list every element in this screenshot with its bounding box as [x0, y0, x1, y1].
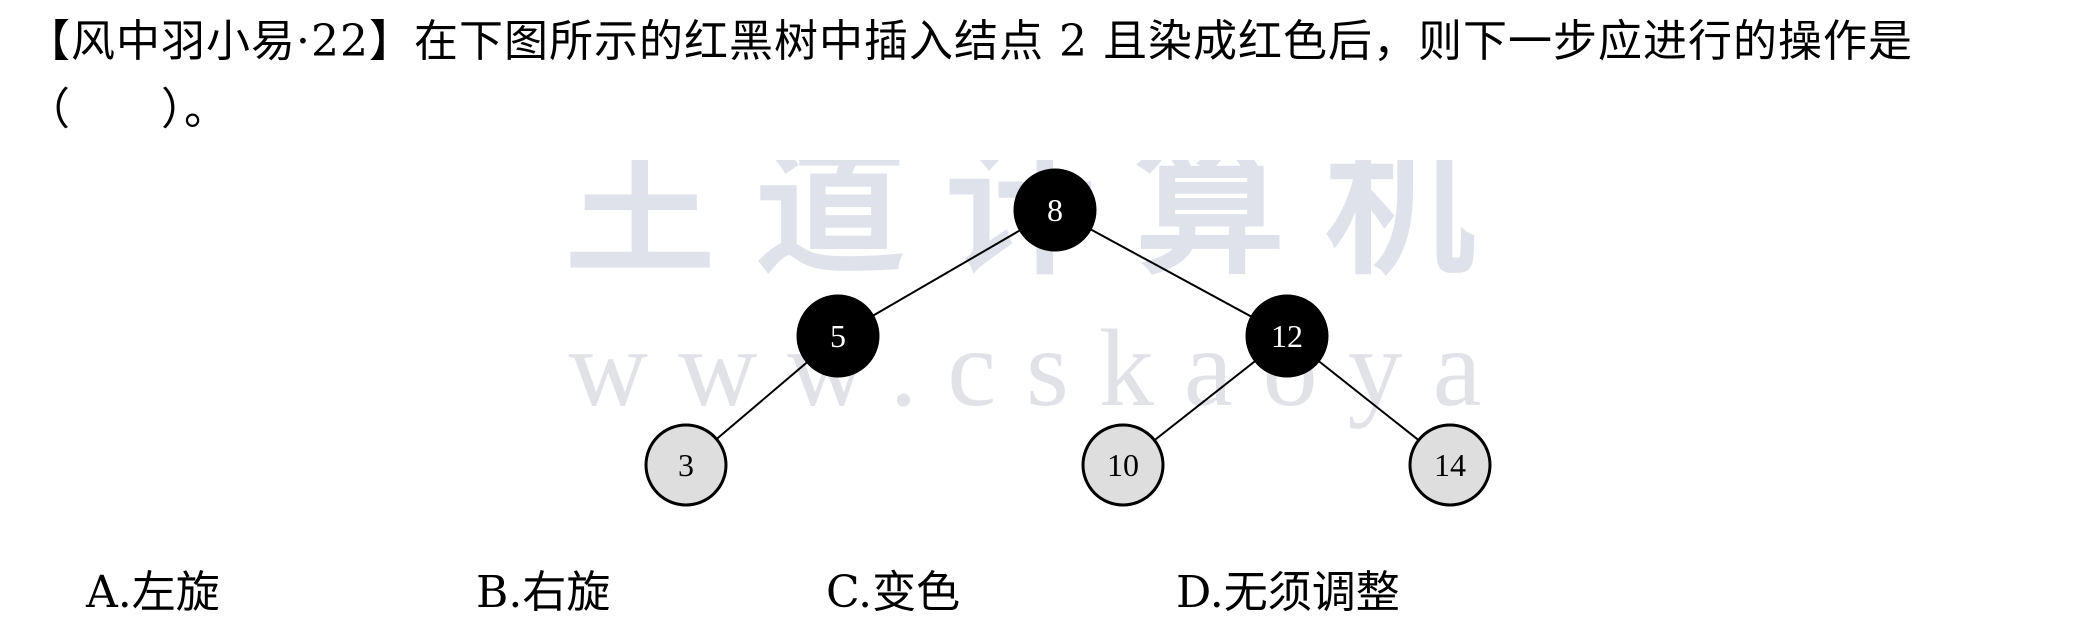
red-black-tree-figure: 王道计算机 www.cskaoya 851231014 — [540, 160, 1540, 520]
tree-node-label-3: 3 — [678, 447, 694, 483]
tree-node-label-12: 12 — [1271, 318, 1303, 354]
option-c[interactable]: C.变色 — [826, 558, 960, 628]
question-text: 【风中羽小易·22】在下图所示的红黑树中插入结点 2 且染成红色后，则下一步应进… — [26, 8, 2056, 144]
option-a[interactable]: A.左旋 — [86, 558, 220, 628]
option-b[interactable]: B.右旋 — [476, 558, 610, 628]
watermark-url: www.cskaoya — [569, 307, 1512, 429]
tree-node-14: 14 — [1408, 423, 1492, 507]
tree-node-5: 5 — [796, 294, 880, 378]
tree-node-label-14: 14 — [1434, 447, 1466, 483]
answer-options: A.左旋 B.右旋 C.变色 D.无须调整 — [0, 558, 2081, 628]
tree-node-10: 10 — [1081, 423, 1165, 507]
tree-diagram: 王道计算机 www.cskaoya 851231014 — [565, 160, 1512, 507]
option-d[interactable]: D.无须调整 — [1176, 558, 1400, 628]
tree-node-label-10: 10 — [1107, 447, 1139, 483]
tree-node-12: 12 — [1245, 294, 1329, 378]
tree-node-label-5: 5 — [830, 318, 846, 354]
tree-node-3: 3 — [644, 423, 728, 507]
tree-node-label-8: 8 — [1047, 192, 1063, 228]
tree-node-8: 8 — [1013, 168, 1097, 252]
question-source: 【风中羽小易·22】 — [26, 16, 414, 67]
